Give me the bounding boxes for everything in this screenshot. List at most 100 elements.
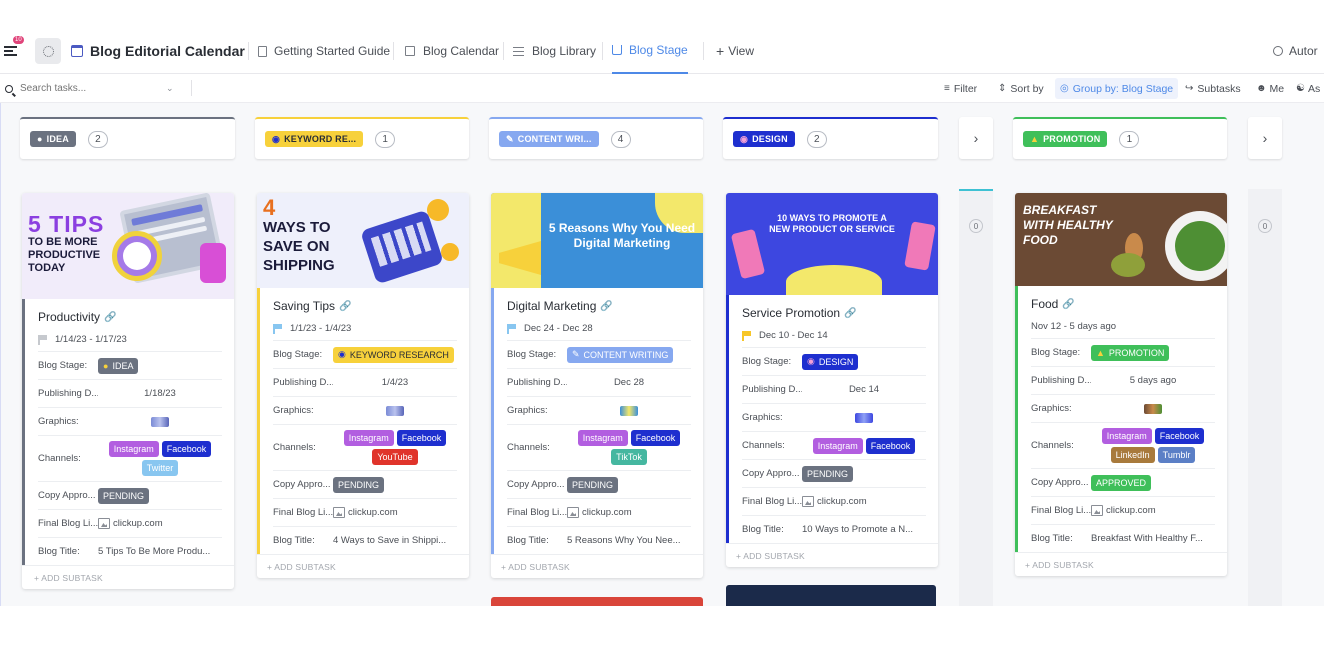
column-header-keyword-research[interactable]: ◉ KEYWORD RE... 1: [255, 117, 469, 159]
assignee-button[interactable]: ☯ As: [1296, 74, 1320, 103]
sort-button[interactable]: ⇕ Sort by: [998, 74, 1044, 103]
view-tab-blog-calendar[interactable]: Blog Calendar: [405, 28, 499, 74]
field-final-blog-link[interactable]: Final Blog Li... clickup.com: [1031, 496, 1215, 524]
graphic-thumbnail[interactable]: [1144, 403, 1162, 414]
task-dates[interactable]: 1/1/23 - 1/4/23: [273, 316, 457, 340]
field-final-blog-link[interactable]: Final Blog Li... clickup.com: [38, 509, 222, 537]
add-subtask-button[interactable]: + ADD SUBTASK: [22, 565, 234, 589]
graphic-thumbnail[interactable]: [386, 405, 404, 416]
collapsed-column[interactable]: 0: [959, 189, 993, 606]
filter-button[interactable]: ≡ Filter: [944, 74, 977, 103]
field-copy-approval[interactable]: Copy Appro... PENDING: [38, 481, 222, 509]
column-header-content-writing[interactable]: ✎ CONTENT WRI... 4: [489, 117, 703, 159]
graphic-thumbnail[interactable]: [855, 412, 873, 423]
blog-link[interactable]: clickup.com: [817, 496, 867, 507]
expand-column-button[interactable]: ›: [1248, 117, 1282, 159]
task-card[interactable]: 5 TIPS TO BE MORE PRODUCTIVE TODAY Produ…: [22, 193, 234, 589]
field-channels[interactable]: Channels: Instagram Facebook LinkedIn Tu…: [1031, 422, 1215, 468]
card-title[interactable]: Saving Tips 🔗: [273, 288, 457, 316]
megaphone-icon: ▲: [1096, 347, 1105, 358]
field-publishing-date[interactable]: Publishing D... Dec 28: [507, 368, 691, 396]
graphic-thumbnail[interactable]: [151, 416, 169, 427]
view-tab-blog-library[interactable]: Blog Library: [513, 28, 596, 74]
field-final-blog-link[interactable]: Final Blog Li... clickup.com: [273, 498, 457, 526]
field-publishing-date[interactable]: Publishing D... 5 days ago: [1031, 366, 1215, 394]
field-final-blog-link[interactable]: Final Blog Li... clickup.com: [742, 487, 926, 515]
task-card[interactable]: BREAKFAST WITH HEALTHY FOOD Food 🔗 Nov 12…: [1015, 193, 1227, 576]
channel-tag: Instagram: [812, 437, 863, 454]
field-publishing-date[interactable]: Publishing D... 1/4/23: [273, 368, 457, 396]
task-dates[interactable]: Dec 10 - Dec 14: [742, 323, 926, 347]
view-tab-blog-stage[interactable]: Blog Stage: [612, 28, 688, 74]
field-channels[interactable]: Channels: Instagram Facebook TikTok: [507, 424, 691, 470]
field-blog-stage[interactable]: Blog Stage: ▲ PROMOTION: [1031, 338, 1215, 366]
column-header-idea[interactable]: ● IDEA 2: [20, 117, 235, 159]
space-avatar[interactable]: [35, 28, 61, 74]
add-subtask-button[interactable]: + ADD SUBTASK: [257, 554, 469, 578]
blog-link[interactable]: clickup.com: [1106, 505, 1156, 516]
add-subtask-button[interactable]: + ADD SUBTASK: [726, 543, 938, 567]
field-blog-title[interactable]: Blog Title: 10 Ways to Promote a N...: [742, 515, 926, 543]
task-card[interactable]: 10 WAYS TO PROMOTE A NEW PRODUCT OR SERV…: [726, 193, 938, 567]
blog-link[interactable]: clickup.com: [348, 507, 398, 518]
field-graphics[interactable]: Graphics:: [273, 396, 457, 424]
card-title[interactable]: Productivity 🔗: [38, 299, 222, 327]
field-blog-title[interactable]: Blog Title: 4 Ways to Save in Shippi...: [273, 526, 457, 554]
field-blog-stage[interactable]: Blog Stage: ◉ DESIGN: [742, 347, 926, 375]
chevron-down-icon[interactable]: ⌄: [166, 83, 174, 94]
column-count: 1: [1119, 130, 1140, 148]
card-title[interactable]: Service Promotion 🔗: [742, 295, 926, 323]
field-graphics[interactable]: Graphics:: [38, 407, 222, 435]
field-copy-approval[interactable]: Copy Appro... PENDING: [273, 470, 457, 498]
field-graphics[interactable]: Graphics:: [507, 396, 691, 424]
field-blog-stage[interactable]: Blog Stage: ◉ KEYWORD RESEARCH: [273, 340, 457, 368]
field-blog-title[interactable]: Blog Title: 5 Reasons Why You Nee...: [507, 526, 691, 554]
search-box[interactable]: ⌄: [5, 74, 188, 103]
add-subtask-button[interactable]: + ADD SUBTASK: [491, 554, 703, 578]
field-copy-approval[interactable]: Copy Appro... APPROVED: [1031, 468, 1215, 496]
add-view-button[interactable]: + View: [716, 28, 754, 74]
field-blog-stage[interactable]: Blog Stage: ● IDEA: [38, 351, 222, 379]
channel-tag: Facebook: [630, 430, 681, 446]
view-tab-getting-started[interactable]: Getting Started Guide: [258, 28, 390, 74]
blog-link[interactable]: clickup.com: [113, 518, 163, 529]
column-header-design[interactable]: ◉ DESIGN 2: [723, 117, 938, 159]
field-channels[interactable]: Channels: Instagram Facebook YouTube: [273, 424, 457, 470]
me-filter-button[interactable]: ☻ Me: [1256, 74, 1284, 103]
group-by-button[interactable]: ◎ Group by: Blog Stage: [1055, 78, 1179, 99]
column-header-promotion[interactable]: ▲ PROMOTION 1: [1013, 117, 1227, 159]
field-publishing-date[interactable]: Publishing D... Dec 14: [742, 375, 926, 403]
next-card-cover-peek[interactable]: [726, 585, 936, 606]
field-copy-approval[interactable]: Copy Appro... PENDING: [507, 470, 691, 498]
card-title[interactable]: Food 🔗: [1031, 286, 1215, 314]
graphic-thumbnail[interactable]: [620, 405, 638, 416]
sidebar-toggle-button[interactable]: 10: [4, 28, 24, 74]
field-graphics[interactable]: Graphics:: [1031, 394, 1215, 422]
automations-button[interactable]: Autor: [1273, 28, 1318, 74]
task-dates[interactable]: 1/14/23 - 1/17/23: [38, 327, 222, 351]
field-copy-approval[interactable]: Copy Appro... PENDING: [742, 459, 926, 487]
expand-column-button[interactable]: ›: [959, 117, 993, 159]
field-channels[interactable]: Channels: Instagram Facebook Twitter: [38, 435, 222, 481]
add-subtask-button[interactable]: + ADD SUBTASK: [1015, 552, 1227, 576]
filter-bar: ⌄ ≡ Filter ⇕ Sort by ◎ Group by: Blog St…: [0, 74, 1324, 103]
blog-link[interactable]: clickup.com: [582, 507, 632, 518]
collapsed-column[interactable]: 0: [1248, 189, 1282, 606]
task-card[interactable]: 5 Reasons Why You Need Digital Marketing…: [491, 193, 703, 578]
task-card[interactable]: 4 WAYS TO SAVE ON SHIPPING Saving Tips 🔗 …: [257, 193, 469, 578]
task-dates[interactable]: Dec 24 - Dec 28: [507, 316, 691, 340]
field-blog-stage[interactable]: Blog Stage: ✎ CONTENT WRITING: [507, 340, 691, 368]
field-graphics[interactable]: Graphics:: [742, 403, 926, 431]
field-publishing-date[interactable]: Publishing D... 1/18/23: [38, 379, 222, 407]
task-dates[interactable]: Nov 12 - 5 days ago: [1031, 314, 1215, 338]
card-title[interactable]: Digital Marketing 🔗: [507, 288, 691, 316]
cover-image: 5 Reasons Why You Need Digital Marketing: [491, 193, 703, 288]
search-input[interactable]: [20, 83, 160, 94]
field-blog-title[interactable]: Blog Title: 5 Tips To Be More Produ...: [38, 537, 222, 565]
field-channels[interactable]: Channels: Instagram Facebook: [742, 431, 926, 459]
list-title[interactable]: Blog Editorial Calendar: [71, 28, 245, 74]
field-blog-title[interactable]: Blog Title: Breakfast With Healthy F...: [1031, 524, 1215, 552]
subtasks-button[interactable]: ↪ Subtasks: [1185, 74, 1241, 103]
next-card-cover-peek[interactable]: [491, 597, 703, 606]
field-final-blog-link[interactable]: Final Blog Li... clickup.com: [507, 498, 691, 526]
